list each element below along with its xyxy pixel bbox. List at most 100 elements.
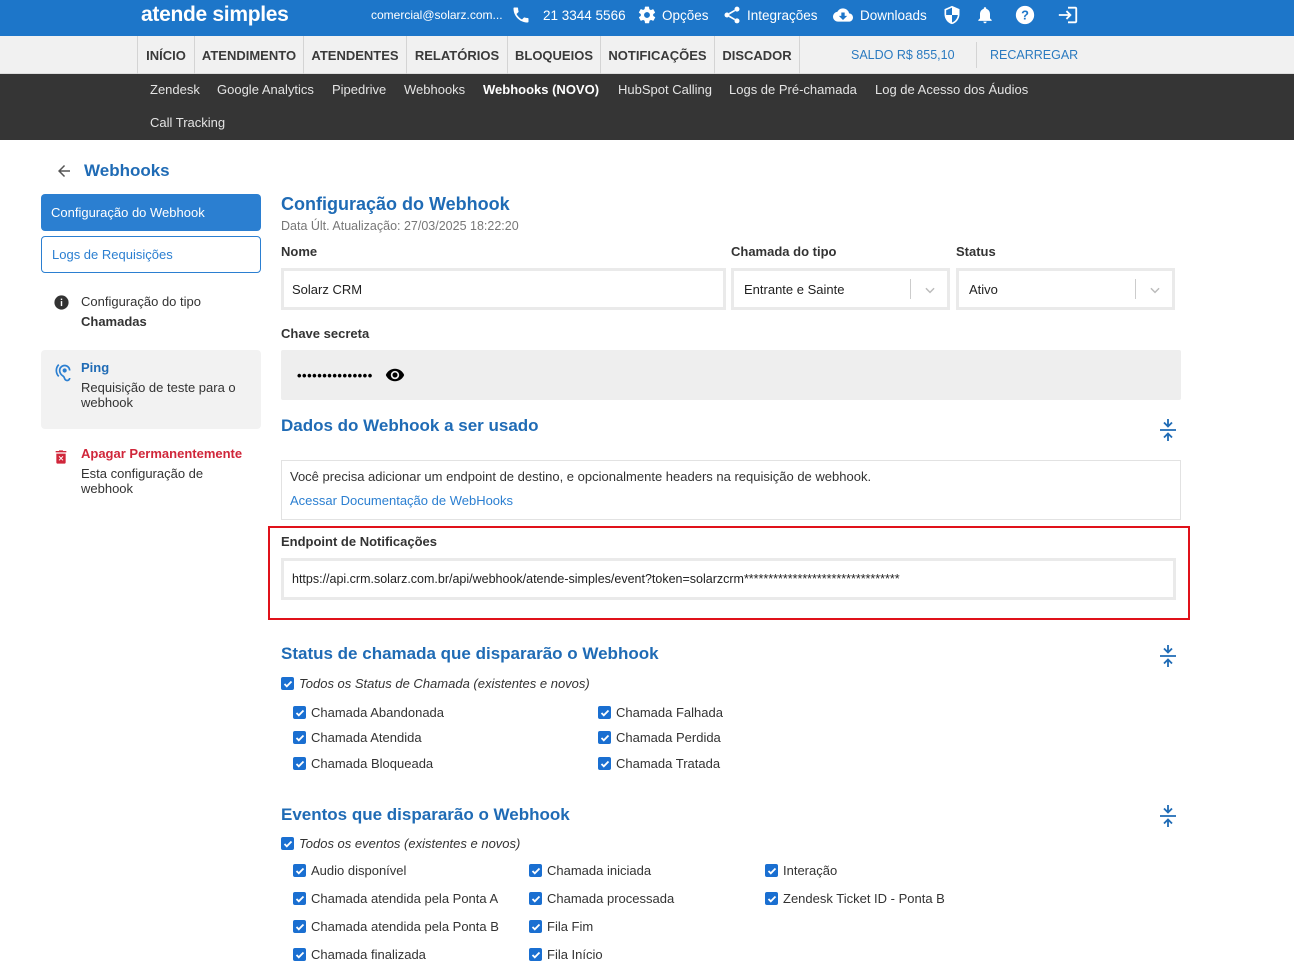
checkbox-all-status[interactable]: Todos os Status de Chamada (existentes e…: [281, 676, 590, 691]
checkbox-status[interactable]: Chamada Perdida: [598, 730, 721, 745]
subnav-log-acesso-audios[interactable]: Log de Acesso dos Áudios: [875, 82, 1028, 97]
nav-inicio[interactable]: INÍCIO: [137, 36, 195, 74]
secret-key-value: •••••••••••••••: [297, 367, 373, 383]
checkbox-label: Chamada finalizada: [311, 947, 426, 962]
check-icon: [293, 706, 306, 719]
select-separator: [910, 279, 911, 299]
arrow-left-icon[interactable]: [55, 162, 73, 180]
check-icon: [293, 920, 306, 933]
check-icon: [293, 864, 306, 877]
check-icon: [598, 706, 611, 719]
nav-notificacoes[interactable]: NOTIFICAÇÕES: [601, 36, 715, 74]
subnav-zendesk[interactable]: Zendesk: [150, 82, 200, 97]
call-type-select[interactable]: Entrante e Sainte: [731, 268, 950, 310]
subnav-hubspot-calling[interactable]: HubSpot Calling: [618, 82, 712, 97]
request-logs-button[interactable]: Logs de Requisições: [41, 236, 261, 273]
nav-relatorios[interactable]: RELATÓRIOS: [407, 36, 508, 74]
collapse-icon[interactable]: [1158, 804, 1178, 828]
integrations-menu[interactable]: Integrações: [722, 0, 818, 30]
nav-discador[interactable]: DISCADOR: [715, 36, 800, 74]
app-logo[interactable]: atende simples: [141, 3, 289, 27]
delete-action[interactable]: Apagar Permanentemente Esta configuração…: [41, 436, 261, 506]
svg-text:?: ?: [1021, 8, 1029, 23]
info-text: Você precisa adicionar um endpoint de de…: [290, 469, 872, 484]
shield-icon: [942, 4, 967, 26]
secret-key-field[interactable]: •••••••••••••••: [281, 350, 1181, 400]
subnav-logs-pre-chamada[interactable]: Logs de Pré-chamada: [729, 82, 857, 97]
checkbox-label: Fila Início: [547, 947, 603, 962]
checkbox-status[interactable]: Chamada Abandonada: [293, 705, 444, 720]
checkbox-event[interactable]: Audio disponível: [293, 863, 406, 878]
balance-link[interactable]: SALDO R$ 855,10: [851, 36, 955, 74]
checkbox-event[interactable]: Chamada finalizada: [293, 947, 426, 962]
eye-icon[interactable]: [385, 365, 405, 385]
delete-desc: Esta configuração de webhook: [81, 466, 204, 496]
trash-icon: [53, 446, 81, 496]
checkbox-event[interactable]: Fila Início: [529, 947, 603, 962]
check-icon: [293, 948, 306, 961]
checkbox-event[interactable]: Chamada atendida pela Ponta A: [293, 891, 498, 906]
nav-atendimento[interactable]: ATENDIMENTO: [195, 36, 304, 74]
share-icon: [722, 5, 747, 25]
phone-menu[interactable]: 21 3344 5566: [511, 0, 626, 30]
page-title: Configuração do Webhook: [281, 194, 510, 214]
phone-number: 21 3344 5566: [543, 7, 626, 23]
subnav-call-tracking[interactable]: Call Tracking: [150, 115, 225, 130]
checkbox-event[interactable]: Zendesk Ticket ID - Ponta B: [765, 891, 945, 906]
checkbox-event[interactable]: Chamada iniciada: [529, 863, 651, 878]
subnav-google-analytics[interactable]: Google Analytics: [217, 82, 314, 97]
check-icon: [293, 757, 306, 770]
checkbox-event[interactable]: Fila Fim: [529, 919, 593, 934]
logout-button[interactable]: [1057, 0, 1084, 30]
checkbox-label: Chamada Bloqueada: [311, 756, 434, 771]
config-webhook-button[interactable]: Configuração do Webhook: [41, 194, 261, 231]
main-nav: INÍCIO ATENDIMENTO ATENDENTES RELATÓRIOS…: [0, 36, 1294, 74]
checkbox-status[interactable]: Chamada Atendida: [293, 730, 422, 745]
checkbox-label: Chamada Atendida: [311, 730, 422, 745]
recharge-link[interactable]: RECARREGAR: [990, 36, 1078, 74]
status-select[interactable]: Ativo: [956, 268, 1175, 310]
nav-bloqueios[interactable]: BLOQUEIOS: [508, 36, 601, 74]
gear-icon: [637, 5, 662, 25]
type-config-info: Configuração do tipo Chamadas: [41, 282, 261, 342]
sub-nav: Zendesk Google Analytics Pipedrive Webho…: [0, 74, 1294, 140]
info-box: Você precisa adicionar um endpoint de de…: [281, 460, 1181, 520]
top-bar: atende simples comercial@solarz.com... 2…: [0, 0, 1294, 36]
ping-action[interactable]: Ping Requisição de teste para o webhook: [41, 350, 261, 429]
check-icon: [281, 837, 294, 850]
notifications-button[interactable]: [975, 0, 1000, 30]
downloads-menu[interactable]: Downloads: [831, 0, 927, 30]
checkbox-all-events[interactable]: Todos os eventos (existentes e novos): [281, 836, 520, 851]
check-icon: [529, 948, 542, 961]
help-button[interactable]: ?: [1014, 0, 1041, 30]
endpoint-label: Endpoint de Notificações: [281, 534, 438, 549]
endpoint-input[interactable]: https://api.crm.solarz.com.br/api/webhoo…: [281, 558, 1176, 600]
ear-icon: [53, 360, 81, 419]
secret-key-label: Chave secreta: [281, 326, 370, 341]
bell-icon: [975, 4, 1000, 26]
checkbox-label: Todos os eventos (existentes e novos): [299, 836, 521, 851]
user-email[interactable]: comercial@solarz.com...: [371, 0, 503, 30]
name-input[interactable]: Solarz CRM: [281, 268, 726, 310]
back-row: Webhooks: [55, 161, 170, 181]
checkbox-event[interactable]: Chamada processada: [529, 891, 674, 906]
nav-atendentes[interactable]: ATENDENTES: [304, 36, 407, 74]
collapse-icon[interactable]: [1158, 644, 1178, 668]
phone-icon: [511, 5, 536, 25]
docs-link[interactable]: Acessar Documentação de WebHooks: [290, 493, 1172, 508]
checkbox-status[interactable]: Chamada Tratada: [598, 756, 720, 771]
subnav-webhooks-novo[interactable]: Webhooks (NOVO): [483, 82, 599, 97]
status-value: Ativo: [969, 281, 998, 297]
security-button[interactable]: [942, 0, 967, 30]
back-title[interactable]: Webhooks: [84, 161, 170, 181]
subnav-pipedrive[interactable]: Pipedrive: [332, 82, 386, 97]
call-type-label: Chamada do tipo: [731, 244, 837, 259]
options-menu[interactable]: Opções: [637, 0, 709, 30]
collapse-icon[interactable]: [1158, 418, 1178, 442]
subnav-webhooks[interactable]: Webhooks: [404, 82, 465, 97]
check-icon: [765, 892, 778, 905]
checkbox-event[interactable]: Chamada atendida pela Ponta B: [293, 919, 499, 934]
checkbox-status[interactable]: Chamada Falhada: [598, 705, 723, 720]
checkbox-status[interactable]: Chamada Bloqueada: [293, 756, 433, 771]
checkbox-event[interactable]: Interação: [765, 863, 837, 878]
